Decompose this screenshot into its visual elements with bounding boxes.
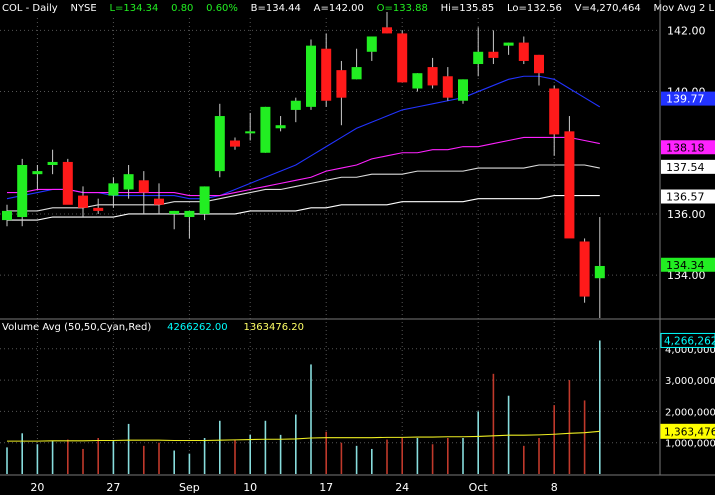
time-tick-label: 24 <box>395 481 409 494</box>
candle-body <box>564 131 575 239</box>
volume-bars <box>6 340 601 474</box>
candle-body <box>2 210 12 221</box>
candle-body <box>214 116 225 172</box>
candle-body <box>93 207 104 211</box>
volume-tag-label: 4,266,262 <box>664 335 715 347</box>
candle-body <box>366 36 377 52</box>
candle-body <box>534 54 544 74</box>
candle-body <box>169 210 180 214</box>
candle-body <box>306 45 316 107</box>
time-tick-label: 20 <box>30 481 44 494</box>
axes: 142.00140.00136.00134.004,000,0003,000,0… <box>30 24 715 494</box>
candle-body <box>473 51 484 65</box>
candle-body <box>427 67 438 86</box>
candle-body <box>62 161 73 205</box>
moving-average-blue <box>6 75 601 200</box>
candle-body <box>108 183 119 196</box>
time-tick-label: 27 <box>106 481 120 494</box>
volume-tick-label: 2,000,000 <box>665 407 715 418</box>
chart-canvas: 142.00140.00136.00134.004,000,0003,000,0… <box>0 0 715 494</box>
candle-body <box>351 67 362 80</box>
candle-body <box>458 79 468 101</box>
candle-body <box>17 165 28 218</box>
candle-body <box>230 140 240 147</box>
candle-body <box>336 70 347 98</box>
candle-body <box>518 42 529 61</box>
time-tick-label: 8 <box>551 481 558 494</box>
candle-body <box>549 88 560 135</box>
candle-body <box>397 33 408 83</box>
price-tick-label: 136.00 <box>667 208 706 221</box>
candle-body <box>47 161 58 165</box>
candle-body <box>382 27 392 34</box>
candle-body <box>260 106 271 153</box>
stock-chart-window: COL - Daily NYSE L=134.34 0.80 0.60% B=1… <box>0 0 715 495</box>
volume-tag-label: 1,363,476 <box>664 426 715 438</box>
volume-average-line <box>7 430 600 442</box>
price-tag-label: 134.34 <box>666 259 705 272</box>
price-tag-label: 138.18 <box>666 141 705 154</box>
candlesticks <box>2 12 605 318</box>
candle-body <box>275 125 286 129</box>
time-tick-label: 17 <box>319 481 333 494</box>
candle-body <box>78 195 88 208</box>
candle-body <box>321 48 332 101</box>
candle-body <box>123 174 134 190</box>
moving-average-white1 <box>7 164 600 212</box>
candle-body <box>488 51 499 58</box>
moving-average-magenta <box>7 136 600 197</box>
candle-body <box>503 42 514 46</box>
candle-body <box>138 180 149 193</box>
volume-tick-label: 3,000,000 <box>665 376 715 387</box>
time-tick-label: Sep <box>179 481 200 494</box>
candle-body <box>199 186 210 214</box>
candle-body <box>412 73 423 89</box>
moving-average-lines <box>6 75 601 221</box>
candle-body <box>579 241 590 297</box>
volume-tick-label: 1,000,000 <box>665 439 715 450</box>
candle-body <box>594 265 605 279</box>
price-tag-label: 139.77 <box>666 93 705 106</box>
candle-body <box>245 131 256 134</box>
candle-body <box>290 100 301 110</box>
candle-body <box>32 171 43 175</box>
price-tag-label: 136.57 <box>666 191 705 204</box>
price-tick-label: 142.00 <box>667 24 706 37</box>
time-tick-label: 10 <box>243 481 257 494</box>
candle-body <box>442 76 453 98</box>
price-tag-label: 137.54 <box>666 161 705 174</box>
candle-body <box>154 198 164 205</box>
candle-body <box>184 210 195 218</box>
time-tick-label: Oct <box>469 481 489 494</box>
